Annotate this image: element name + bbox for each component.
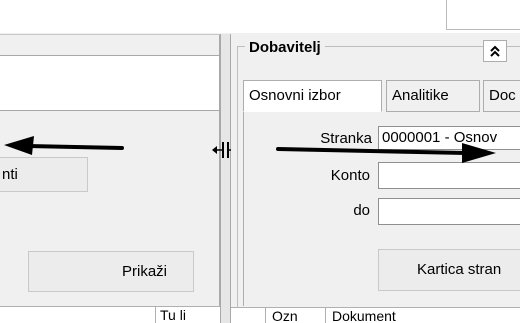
left-panel-header — [0, 34, 220, 56]
show-button[interactable]: Prikaži — [28, 251, 194, 292]
tab-doc[interactable]: Doc — [483, 80, 520, 112]
supplier-card-button[interactable]: Kartica stran — [378, 249, 520, 291]
konto-field[interactable] — [378, 162, 520, 189]
do-label: do — [353, 202, 370, 219]
left-grid-column-header[interactable]: Tu li — [155, 306, 220, 323]
konto-label: Konto — [330, 167, 370, 184]
top-toolbar-area — [0, 0, 520, 33]
do-field[interactable] — [378, 198, 520, 225]
collapse-button[interactable] — [483, 40, 507, 62]
left-partial-button[interactable]: nti — [0, 157, 88, 192]
arrow-right-annotation — [276, 143, 496, 163]
grid-column-ozn[interactable]: Ozn — [265, 307, 325, 323]
panel-splitter[interactable] — [220, 34, 231, 323]
tab-analitike[interactable]: Analitike — [386, 80, 480, 112]
left-text-field[interactable] — [0, 55, 220, 111]
double-chevron-up-icon — [490, 45, 500, 57]
grid-column-dokument[interactable]: Dokument — [325, 307, 520, 323]
tab-osnovni-izbor[interactable]: Osnovni izbor — [243, 80, 382, 112]
arrow-left-annotation — [4, 136, 124, 155]
group-title: Dobavitelj — [245, 38, 325, 58]
top-right-control — [446, 0, 520, 30]
